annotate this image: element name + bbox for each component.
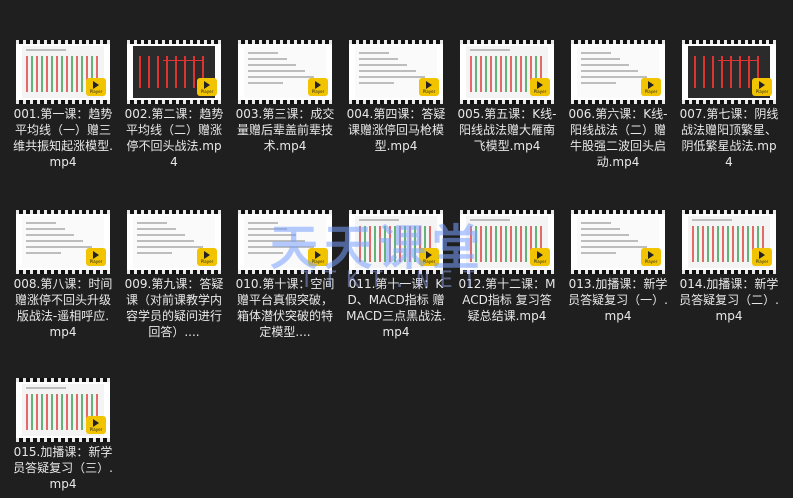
play-icon <box>537 250 543 259</box>
file-name: 010.第十课：空间 赠平台真假突破，箱体潜伏突破的特定模型.... <box>235 277 335 339</box>
player-badge-label: Player <box>89 258 103 264</box>
file-name: 015.加播课：新学员答疑复习（三）.mp4 <box>13 445 113 491</box>
file-item[interactable]: Player 010.第十课：空间 赠平台真假突破，箱体潜伏突破的特定模型.... <box>235 210 335 340</box>
player-badge-icon: Player <box>752 248 772 266</box>
play-icon <box>93 80 99 89</box>
video-thumbnail[interactable]: Player <box>238 210 332 274</box>
player-badge-icon: Player <box>197 248 217 266</box>
player-badge-icon: Player <box>530 78 550 96</box>
file-name: 007.第七课：阴线战法赠阳顶繁星、阴低繁星战法.mp4 <box>679 107 779 169</box>
video-thumbnail[interactable]: Player <box>349 40 443 104</box>
file-name: 006.第六课：K线-阳线战法（二）赠牛股强二波回头启动.mp4 <box>568 107 668 169</box>
player-badge-icon: Player <box>86 78 106 96</box>
play-icon <box>648 80 654 89</box>
file-name: 005.第五课：K线-阳线战法赠大雁南飞模型.mp4 <box>457 107 557 153</box>
player-badge-label: Player <box>644 88 658 94</box>
play-icon <box>759 80 765 89</box>
play-icon <box>93 250 99 259</box>
player-badge-icon: Player <box>86 248 106 266</box>
player-badge-icon: Player <box>641 78 661 96</box>
player-badge-icon: Player <box>752 78 772 96</box>
player-badge-label: Player <box>311 258 325 264</box>
file-name: 003.第三课：成交量赠后辈盖前辈技术.mp4 <box>235 107 335 153</box>
video-thumbnail[interactable]: Player <box>349 210 443 274</box>
player-badge-icon: Player <box>197 78 217 96</box>
file-name: 008.第八课：时间赠涨停不回头升级版战法-遥相呼应.mp4 <box>13 277 113 339</box>
file-item[interactable]: Player 015.加播课：新学员答疑复习（三）.mp4 <box>13 378 113 492</box>
video-thumbnail[interactable]: Player <box>16 40 110 104</box>
video-thumbnail[interactable]: Player <box>682 210 776 274</box>
file-item[interactable]: Player 013.加播课：新学员答疑复习（一）.mp4 <box>568 210 668 324</box>
video-thumbnail[interactable]: Player <box>16 210 110 274</box>
video-thumbnail[interactable]: Player <box>460 40 554 104</box>
player-badge-icon: Player <box>641 248 661 266</box>
player-badge-label: Player <box>89 426 103 432</box>
play-icon <box>537 80 543 89</box>
file-item[interactable]: Player 002.第二课：趋势平均线（二）赠涨停不回头战法.mp4 <box>124 40 224 170</box>
player-badge-icon: Player <box>419 78 439 96</box>
file-item[interactable]: Player 008.第八课：时间赠涨停不回头升级版战法-遥相呼应.mp4 <box>13 210 113 340</box>
video-thumbnail[interactable]: Player <box>682 40 776 104</box>
play-icon <box>759 250 765 259</box>
player-badge-icon: Player <box>308 248 328 266</box>
file-item[interactable]: Player 012.第十二课：MACD指标 复习答疑总结课.mp4 <box>457 210 557 324</box>
video-thumbnail[interactable]: Player <box>571 210 665 274</box>
file-name: 001.第一课：趋势平均线（一）赠三维共振知起涨模型.mp4 <box>13 107 113 169</box>
play-icon <box>426 80 432 89</box>
player-badge-label: Player <box>89 88 103 94</box>
file-item[interactable]: Player 007.第七课：阴线战法赠阳顶繁星、阴低繁星战法.mp4 <box>679 40 779 170</box>
play-icon <box>204 250 210 259</box>
video-thumbnail[interactable]: Player <box>571 40 665 104</box>
player-badge-label: Player <box>533 88 547 94</box>
play-icon <box>315 250 321 259</box>
player-badge-label: Player <box>422 258 436 264</box>
player-badge-icon: Player <box>308 78 328 96</box>
player-badge-icon: Player <box>530 248 550 266</box>
play-icon <box>648 250 654 259</box>
file-item[interactable]: Player 005.第五课：K线-阳线战法赠大雁南飞模型.mp4 <box>457 40 557 154</box>
file-item[interactable]: Player 006.第六课：K线-阳线战法（二）赠牛股强二波回头启动.mp4 <box>568 40 668 170</box>
file-name: 002.第二课：趋势平均线（二）赠涨停不回头战法.mp4 <box>124 107 224 169</box>
player-badge-label: Player <box>200 258 214 264</box>
player-badge-icon: Player <box>86 416 106 434</box>
player-badge-label: Player <box>644 258 658 264</box>
file-name: 009.第九课：答疑课（对前课教学内容学员的疑问进行回答）.... <box>124 277 224 339</box>
player-badge-label: Player <box>533 258 547 264</box>
file-name: 004.第四课：答疑课赠涨停回马枪模型.mp4 <box>346 107 446 153</box>
video-thumbnail[interactable]: Player <box>127 210 221 274</box>
file-item[interactable]: Player 011.第十一课：KD、MACD指标 赠MACD三点黑战法.mp4 <box>346 210 446 340</box>
file-item[interactable]: Player 001.第一课：趋势平均线（一）赠三维共振知起涨模型.mp4 <box>13 40 113 170</box>
player-badge-label: Player <box>422 88 436 94</box>
video-thumbnail[interactable]: Player <box>238 40 332 104</box>
video-thumbnail[interactable]: Player <box>127 40 221 104</box>
file-item[interactable]: Player 004.第四课：答疑课赠涨停回马枪模型.mp4 <box>346 40 446 154</box>
player-badge-label: Player <box>311 88 325 94</box>
file-item[interactable]: Player 003.第三课：成交量赠后辈盖前辈技术.mp4 <box>235 40 335 154</box>
player-badge-icon: Player <box>419 248 439 266</box>
file-item[interactable]: Player 009.第九课：答疑课（对前课教学内容学员的疑问进行回答）.... <box>124 210 224 340</box>
play-icon <box>93 418 99 427</box>
player-badge-label: Player <box>200 88 214 94</box>
file-item[interactable]: Player 014.加播课：新学员答疑复习（二）.mp4 <box>679 210 779 324</box>
video-thumbnail[interactable]: Player <box>16 378 110 442</box>
play-icon <box>315 80 321 89</box>
file-name: 014.加播课：新学员答疑复习（二）.mp4 <box>679 277 779 323</box>
file-name: 013.加播课：新学员答疑复习（一）.mp4 <box>568 277 668 323</box>
play-icon <box>426 250 432 259</box>
play-icon <box>204 80 210 89</box>
file-name: 011.第十一课：KD、MACD指标 赠MACD三点黑战法.mp4 <box>346 277 446 339</box>
player-badge-label: Player <box>755 88 769 94</box>
player-badge-label: Player <box>755 258 769 264</box>
video-thumbnail[interactable]: Player <box>460 210 554 274</box>
file-name: 012.第十二课：MACD指标 复习答疑总结课.mp4 <box>458 277 556 323</box>
file-grid: Player 001.第一课：趋势平均线（一）赠三维共振知起涨模型.mp4 Play… <box>0 0 793 498</box>
